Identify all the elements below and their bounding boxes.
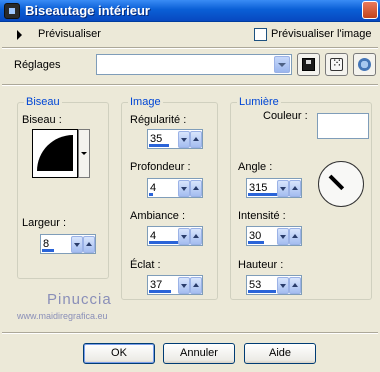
increment-icon[interactable] bbox=[289, 277, 301, 294]
angle-dial[interactable] bbox=[318, 161, 364, 207]
shine-spin-buttons[interactable] bbox=[178, 277, 202, 294]
width-spinner[interactable] bbox=[40, 234, 96, 254]
preview-image-label[interactable]: Prévisualiser l'image bbox=[271, 28, 372, 40]
regularity-spinner[interactable] bbox=[147, 129, 203, 149]
decrement-icon[interactable] bbox=[71, 236, 83, 253]
height-level-bar bbox=[248, 290, 276, 293]
decrement-icon[interactable] bbox=[178, 180, 190, 197]
increment-icon[interactable] bbox=[289, 180, 301, 197]
angle-spin-buttons[interactable] bbox=[277, 180, 301, 197]
shine-level-bar bbox=[149, 290, 171, 293]
height-spinner[interactable] bbox=[246, 275, 302, 295]
dial-needle-icon bbox=[328, 174, 345, 191]
regularity-label: Régularité : bbox=[130, 114, 187, 126]
app-icon bbox=[4, 3, 20, 19]
shine-label: Éclat : bbox=[130, 259, 161, 271]
reset-icon bbox=[358, 58, 371, 71]
decrement-icon[interactable] bbox=[277, 228, 289, 245]
cancel-button[interactable]: Annuler bbox=[163, 343, 235, 364]
shine-spinner[interactable] bbox=[147, 275, 203, 295]
decrement-icon[interactable] bbox=[178, 131, 190, 148]
settings-combo[interactable] bbox=[96, 54, 292, 75]
decrement-icon[interactable] bbox=[277, 180, 289, 197]
title-bar: Biseautage intérieur bbox=[0, 0, 380, 22]
close-button[interactable] bbox=[362, 1, 378, 19]
window-title: Biseautage intérieur bbox=[25, 3, 150, 18]
settings-label: Réglages bbox=[14, 59, 61, 71]
dice-icon bbox=[330, 56, 343, 71]
save-icon bbox=[302, 58, 315, 71]
increment-icon[interactable] bbox=[190, 180, 202, 197]
angle-spinner[interactable] bbox=[246, 178, 302, 198]
intensity-level-bar bbox=[248, 241, 264, 244]
reset-button[interactable] bbox=[353, 53, 376, 76]
width-spin-buttons[interactable] bbox=[71, 236, 95, 253]
light-group-title: Lumière bbox=[237, 96, 281, 108]
depth-label: Profondeur : bbox=[130, 161, 191, 173]
bevel-group-title: Biseau bbox=[24, 96, 62, 108]
ambience-spin-buttons[interactable] bbox=[178, 228, 202, 245]
depth-spinner[interactable] bbox=[147, 178, 203, 198]
intensity-spinner[interactable] bbox=[246, 226, 302, 246]
image-group-title: Image bbox=[128, 96, 163, 108]
save-button[interactable] bbox=[297, 53, 320, 76]
increment-icon[interactable] bbox=[190, 228, 202, 245]
decrement-icon[interactable] bbox=[178, 228, 190, 245]
preview-row: Prévisualiser Prévisualiser l'image bbox=[0, 24, 380, 46]
decrement-icon[interactable] bbox=[178, 277, 190, 294]
height-spin-buttons[interactable] bbox=[277, 277, 301, 294]
depth-level-bar bbox=[149, 193, 153, 196]
ambience-label: Ambiance : bbox=[130, 210, 186, 222]
randomize-button[interactable] bbox=[325, 53, 348, 76]
expand-arrow-icon[interactable] bbox=[17, 30, 22, 40]
height-label: Hauteur : bbox=[238, 259, 284, 271]
help-button[interactable]: Aide bbox=[244, 343, 316, 364]
width-level-bar bbox=[42, 249, 54, 252]
divider bbox=[2, 47, 378, 49]
bevel-preview-icon bbox=[37, 135, 73, 171]
decrement-icon[interactable] bbox=[277, 277, 289, 294]
width-label: Largeur : bbox=[22, 217, 67, 229]
increment-icon[interactable] bbox=[190, 131, 202, 148]
color-label: Couleur : bbox=[263, 110, 308, 122]
regularity-level-bar bbox=[149, 144, 169, 147]
angle-label: Angle : bbox=[238, 161, 273, 173]
depth-input[interactable] bbox=[150, 181, 178, 195]
regularity-spin-buttons[interactable] bbox=[178, 131, 202, 148]
ambience-level-bar bbox=[149, 241, 179, 244]
intensity-label: Intensité : bbox=[238, 210, 286, 222]
bevel-label: Biseau : bbox=[22, 114, 62, 126]
divider bbox=[2, 84, 378, 86]
ok-button[interactable]: OK bbox=[83, 343, 155, 364]
increment-icon[interactable] bbox=[289, 228, 301, 245]
depth-spin-buttons[interactable] bbox=[178, 180, 202, 197]
watermark-name: Pinuccia bbox=[47, 291, 112, 308]
divider bbox=[2, 332, 378, 334]
light-color-swatch[interactable] bbox=[317, 113, 369, 139]
ambience-spinner[interactable] bbox=[147, 226, 203, 246]
preview-image-checkbox[interactable] bbox=[254, 28, 267, 41]
chevron-down-icon[interactable] bbox=[274, 56, 290, 73]
bevel-dropdown-button[interactable] bbox=[78, 129, 90, 178]
bevel-shape-picker[interactable] bbox=[32, 129, 78, 178]
watermark-url: www.maidiregrafica.eu bbox=[17, 311, 108, 321]
intensity-spin-buttons[interactable] bbox=[277, 228, 301, 245]
increment-icon[interactable] bbox=[190, 277, 202, 294]
preview-label[interactable]: Prévisualiser bbox=[38, 28, 101, 40]
increment-icon[interactable] bbox=[83, 236, 95, 253]
